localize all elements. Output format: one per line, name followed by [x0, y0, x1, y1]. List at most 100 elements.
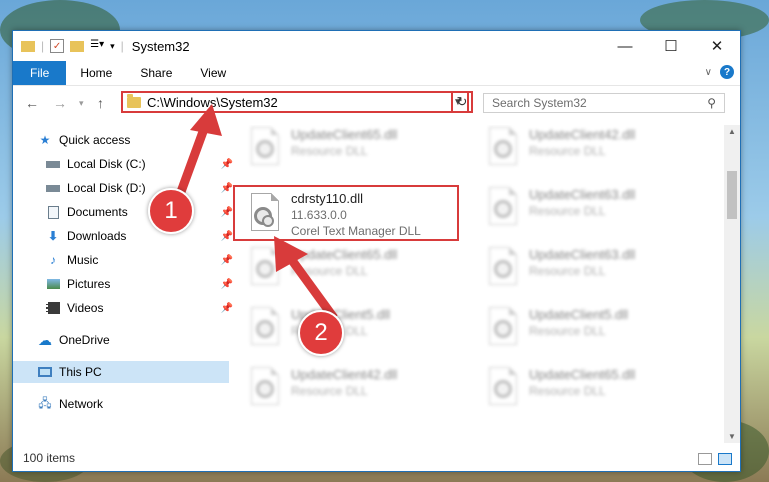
sidebar-item-label: Local Disk (C:)	[67, 157, 146, 171]
forward-arrow-icon[interactable]: →	[53, 95, 67, 111]
callout-badge-1: 1	[148, 188, 194, 234]
search-icon: ⚲	[707, 96, 716, 110]
file-name: UpdateClient65.dll	[529, 367, 636, 382]
sidebar-item-videos[interactable]: Videos 📌	[13, 297, 237, 319]
tab-view[interactable]: View	[186, 61, 240, 85]
dll-file-icon	[245, 127, 281, 169]
download-icon: ⬇	[47, 229, 59, 243]
network-icon: 🖧	[38, 395, 52, 410]
file-name: UpdateClient65.dll	[291, 127, 398, 142]
sidebar-item-downloads[interactable]: ⬇ Downloads 📌	[13, 225, 237, 247]
sidebar-item-label: Downloads	[67, 229, 127, 243]
new-folder-icon[interactable]	[70, 40, 85, 52]
sidebar-item-onedrive[interactable]: ☁ OneDrive	[13, 329, 229, 351]
file-name: UpdateClient63.dll	[529, 187, 636, 202]
sidebar-item-label: Quick access	[59, 133, 131, 147]
music-icon: ♪	[50, 253, 56, 267]
details-view-icon[interactable]	[698, 453, 712, 465]
dll-file-icon	[483, 367, 519, 409]
vertical-scrollbar[interactable]: ▲ ▼	[724, 125, 740, 443]
file-description: Resource DLL	[291, 384, 368, 398]
ribbon-right-controls: ∨ ?	[705, 65, 734, 79]
window-title: System32	[131, 38, 190, 54]
search-placeholder: Search System32	[492, 96, 587, 110]
up-arrow-icon[interactable]: ↑	[97, 95, 104, 111]
separator: |	[41, 39, 45, 53]
sidebar-item-this-pc[interactable]: This PC	[13, 361, 229, 383]
file-tile[interactable]: UpdateClient63.dll Resource DLL	[473, 185, 703, 235]
sidebar-item-label: This PC	[59, 365, 102, 379]
file-tile[interactable]: UpdateClient42.dll Resource DLL	[235, 365, 465, 415]
file-description: Resource DLL	[529, 264, 606, 278]
maximize-button[interactable]: ☐	[648, 31, 694, 61]
window-controls: — ☐ ✕	[602, 31, 740, 61]
dll-file-icon	[483, 307, 519, 349]
properties-icon[interactable]: ✓	[50, 39, 65, 53]
scroll-up-icon[interactable]: ▲	[724, 127, 740, 136]
tiles-view-icon[interactable]	[718, 453, 732, 465]
file-name: UpdateClient63.dll	[529, 247, 636, 262]
file-tile[interactable]: UpdateClient63.dll Resource DLL	[473, 245, 703, 295]
minimize-button[interactable]: —	[602, 31, 648, 61]
quick-access-toolbar: | ✓ ☰▾ ▾ |	[13, 39, 124, 53]
callout-badge-2: 2	[298, 310, 344, 356]
separator: |	[120, 39, 124, 53]
drive-icon	[45, 157, 61, 171]
file-tile[interactable]: UpdateClient65.dll Resource DLL	[235, 125, 465, 175]
explorer-window: | ✓ ☰▾ ▾ | System32 — ☐ ✕ File Home Shar…	[12, 30, 741, 472]
sidebar-item-label: Videos	[67, 301, 104, 315]
file-name: UpdateClient42.dll	[529, 127, 636, 142]
file-description: Resource DLL	[529, 144, 606, 158]
view-toggle	[698, 453, 732, 465]
item-count: 100 items	[23, 451, 76, 465]
sidebar-item-label: Pictures	[67, 277, 111, 291]
pictures-icon	[45, 277, 61, 291]
scrollbar-thumb[interactable]	[727, 171, 737, 219]
file-description: Resource DLL	[529, 384, 606, 398]
sidebar-item-label: Network	[59, 397, 104, 411]
file-name: cdrsty110.dll	[291, 191, 364, 206]
file-description: Resource DLL	[529, 324, 606, 338]
scroll-down-icon[interactable]: ▼	[724, 432, 740, 441]
documents-icon	[45, 205, 61, 219]
file-version: 11.633.0.0	[291, 208, 347, 222]
expand-ribbon-icon[interactable]: ∨	[705, 67, 712, 78]
search-input[interactable]: Search System32 ⚲	[483, 93, 725, 113]
tab-home[interactable]: Home	[66, 61, 126, 85]
folder-icon	[127, 93, 141, 108]
sidebar-item-network[interactable]: 🖧 Network	[13, 393, 229, 415]
folder-icon[interactable]	[21, 40, 35, 52]
dll-file-icon	[245, 367, 281, 409]
close-button[interactable]: ✕	[694, 31, 740, 61]
dll-file-icon	[483, 187, 519, 229]
sidebar-item-pictures[interactable]: Pictures 📌	[13, 273, 237, 295]
dll-file-icon	[483, 127, 519, 169]
status-bar: 100 items	[13, 445, 740, 471]
sidebar-item-label: OneDrive	[59, 333, 110, 347]
file-name: UpdateClient5.dll	[529, 307, 629, 322]
help-icon[interactable]: ?	[720, 65, 734, 79]
dll-file-icon	[245, 193, 281, 235]
chevron-down-icon[interactable]: ▾	[110, 41, 115, 52]
customize-toolbar-icon[interactable]: ☰▾	[90, 39, 104, 53]
sidebar-item-music[interactable]: ♪ Music 📌	[13, 249, 237, 271]
recent-locations-icon[interactable]: ▾	[79, 98, 84, 109]
back-arrow-icon[interactable]: ←	[25, 95, 39, 111]
ribbon-tabs: File Home Share View ∨ ?	[13, 61, 740, 86]
tab-file[interactable]: File	[13, 61, 67, 85]
computer-icon	[37, 365, 53, 379]
title-bar: | ✓ ☰▾ ▾ | System32 — ☐ ✕	[13, 31, 740, 61]
videos-icon	[45, 301, 61, 315]
star-icon: ★	[39, 133, 51, 147]
file-description: Resource DLL	[291, 144, 368, 158]
file-tile[interactable]: UpdateClient5.dll Resource DLL	[473, 305, 703, 355]
sidebar-item-label: Documents	[67, 205, 128, 219]
file-tile[interactable]: UpdateClient42.dll Resource DLL	[473, 125, 703, 175]
file-tile[interactable]: UpdateClient65.dll Resource DLL	[473, 365, 703, 415]
tab-share[interactable]: Share	[126, 61, 186, 85]
file-description: Resource DLL	[529, 204, 606, 218]
drive-icon	[45, 181, 61, 195]
refresh-button[interactable]: ↻	[451, 91, 473, 113]
cloud-icon: ☁	[38, 331, 52, 348]
navigation-bar: ← → ▾ ↑ C:\Windows\System32 ▼ ↻ Search S…	[13, 87, 740, 119]
